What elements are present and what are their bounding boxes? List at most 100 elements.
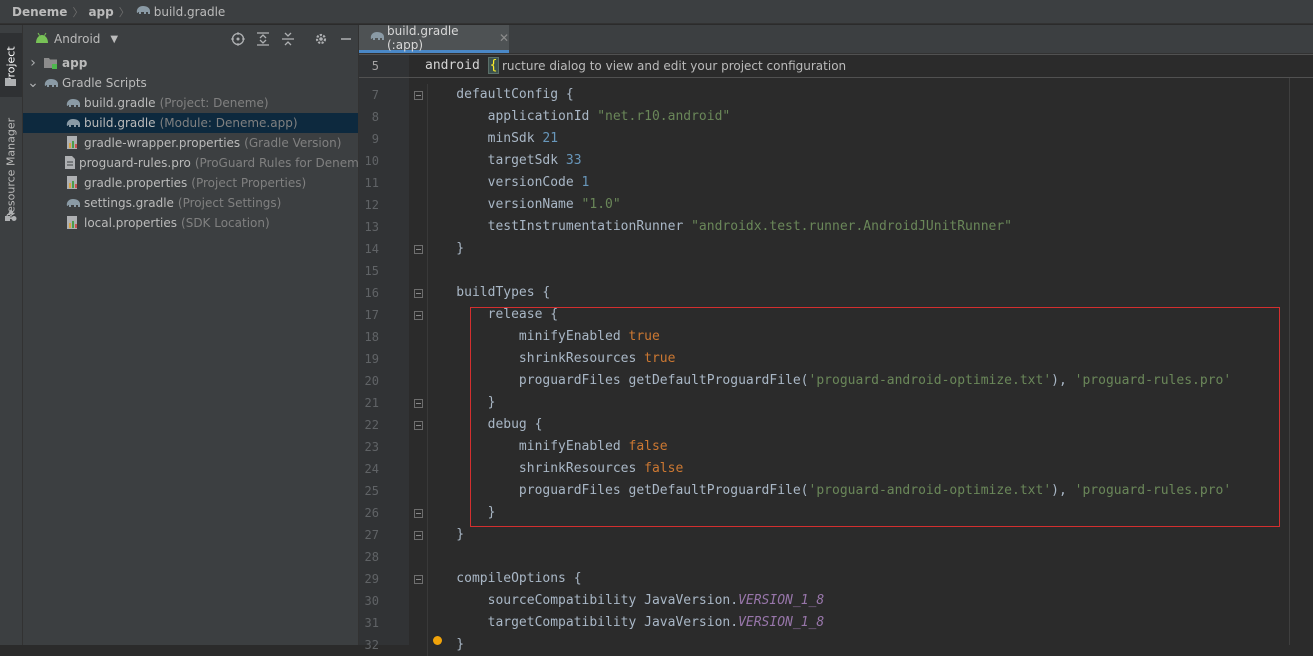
code-token: } — [425, 527, 465, 542]
code-line: versionCode 1 — [425, 172, 590, 194]
project-tree: › app ⌄ Gradle Scripts build.gradle (Project:… — [23, 53, 397, 233]
tree-item[interactable]: build.gradle (Module: Deneme.app) — [23, 113, 358, 133]
line-number: 22 — [364, 418, 379, 432]
gradle-elephant-icon — [65, 195, 81, 211]
breadcrumb-separator-icon: 〉 — [72, 5, 84, 19]
line-number: 14 — [364, 242, 379, 256]
code-token: sourceCompatibility JavaVersion. — [425, 593, 739, 608]
code-token: VERSION_1_8 — [738, 593, 825, 608]
fold-marker-icon[interactable] — [414, 91, 423, 100]
code-token: minSdk — [425, 131, 543, 146]
lightbulb-icon[interactable] — [433, 636, 442, 645]
gradle-elephant-icon — [369, 30, 385, 45]
tree-item[interactable]: gradle-wrapper.properties (Gradle Version… — [23, 133, 358, 153]
right-margin-guide — [1289, 54, 1290, 645]
dropdown-caret-icon[interactable]: ▼ — [110, 34, 118, 45]
tree-item-hint: (Project Properties) — [191, 176, 307, 190]
sticky-code-text: android — [425, 58, 480, 73]
code-line: versionName "1.0" — [425, 194, 621, 216]
line-number: 17 — [364, 308, 379, 322]
fold-marker-icon[interactable] — [414, 399, 423, 408]
view-selector[interactable]: Android — [54, 32, 100, 46]
tool-tab-resource-manager-label: Resource Manager — [4, 117, 18, 221]
tree-item-hint: (Module: Deneme.app) — [159, 116, 298, 130]
line-number: 31 — [364, 616, 379, 630]
code-token: applicationId — [425, 109, 598, 124]
editor: build.gradle (:app) ✕ 7 defaultConfig {8… — [359, 24, 1313, 656]
tree-item-label: gradle.properties — [84, 176, 188, 190]
minimize-icon[interactable] — [338, 31, 354, 47]
project-panel: Android ▼ › app ⌄ Gradle Scripts build.gradl… — [23, 25, 397, 645]
code-line: minSdk 21 — [425, 128, 558, 150]
code-token: compileOptions { — [425, 571, 582, 586]
chevron-right-icon[interactable]: › — [27, 55, 39, 71]
resource-manager-icon — [5, 209, 17, 221]
breadcrumb-module[interactable]: app — [88, 5, 113, 19]
line-number: 8 — [371, 110, 379, 124]
fold-marker-icon[interactable] — [414, 421, 423, 430]
tree-item[interactable]: proguard-rules.pro (ProGuard Rules for De… — [23, 153, 397, 173]
tree-item[interactable]: ⌄ Gradle Scripts — [23, 73, 358, 93]
collapse-all-icon[interactable] — [280, 31, 296, 47]
fold-marker-icon[interactable] — [414, 509, 423, 518]
gradle-elephant-icon — [43, 75, 59, 91]
code-token: versionCode — [425, 175, 582, 190]
tree-item[interactable]: build.gradle (Project: Deneme) — [23, 93, 358, 113]
line-number: 13 — [364, 220, 379, 234]
tree-item-hint: (Project Settings) — [177, 196, 282, 210]
gradle-elephant-icon — [135, 4, 151, 19]
code-line: targetSdk 33 — [425, 150, 582, 172]
line-number: 27 — [364, 528, 379, 542]
tree-item[interactable]: local.properties (SDK Location) — [23, 213, 358, 233]
tree-item[interactable]: › app — [23, 53, 358, 73]
tree-item[interactable]: settings.gradle (Project Settings) — [23, 193, 358, 213]
folder-module-icon — [43, 55, 59, 71]
breadcrumb-file[interactable]: build.gradle — [154, 5, 226, 19]
fold-marker-icon[interactable] — [414, 245, 423, 254]
code-token: targetSdk — [425, 153, 566, 168]
tree-item-hint: (Gradle Version) — [244, 136, 342, 150]
tree-item-label: app — [62, 56, 88, 70]
code-token: defaultConfig { — [425, 87, 574, 102]
line-number: 9 — [371, 132, 379, 146]
line-number: 20 — [364, 374, 379, 388]
code-token: testInstrumentationRunner — [425, 219, 692, 234]
android-icon — [35, 32, 49, 47]
chevron-down-icon[interactable]: ⌄ — [27, 75, 39, 91]
code-line: targetCompatibility JavaVersion.VERSION_… — [425, 612, 825, 634]
text-file-icon — [65, 155, 76, 171]
fold-marker-icon[interactable] — [414, 289, 423, 298]
tree-item-label: build.gradle — [84, 96, 156, 110]
tree-item-label: gradle-wrapper.properties — [84, 136, 241, 150]
code-token: buildTypes { — [425, 285, 551, 300]
properties-file-icon — [65, 215, 81, 231]
fold-marker-icon[interactable] — [414, 575, 423, 584]
properties-file-icon — [65, 135, 81, 151]
left-tool-strip: Project Resource Manager — [0, 25, 23, 645]
tree-item-label: settings.gradle — [84, 196, 174, 210]
code-line: defaultConfig { — [425, 84, 574, 106]
gear-icon[interactable] — [313, 31, 329, 47]
fold-marker-icon[interactable] — [414, 311, 423, 320]
tool-tab-project[interactable]: Project — [0, 33, 22, 97]
code-token: versionName — [425, 197, 582, 212]
line-number: 12 — [364, 198, 379, 212]
fold-marker-icon[interactable] — [414, 531, 423, 540]
line-number: 28 — [364, 550, 379, 564]
line-number: 24 — [364, 462, 379, 476]
locate-target-icon[interactable] — [230, 31, 246, 47]
tree-item-hint: (SDK Location) — [181, 216, 270, 230]
breadcrumb-project[interactable]: Deneme — [12, 5, 67, 19]
line-number: 10 — [364, 154, 379, 168]
close-icon[interactable]: ✕ — [499, 31, 509, 45]
expand-all-icon[interactable] — [255, 31, 271, 47]
line-number: 32 — [364, 638, 379, 652]
tree-item[interactable]: gradle.properties (Project Properties) — [23, 173, 358, 193]
folder-icon — [5, 75, 16, 86]
breadcrumb: Deneme 〉 app 〉 build.gradle — [0, 0, 1313, 24]
line-number: 16 — [364, 286, 379, 300]
code-token: "net.r10.android" — [597, 109, 731, 124]
editor-tab[interactable]: build.gradle (:app) ✕ — [359, 24, 509, 53]
code-token: VERSION_1_8 — [738, 615, 825, 630]
line-number: 15 — [364, 264, 379, 278]
